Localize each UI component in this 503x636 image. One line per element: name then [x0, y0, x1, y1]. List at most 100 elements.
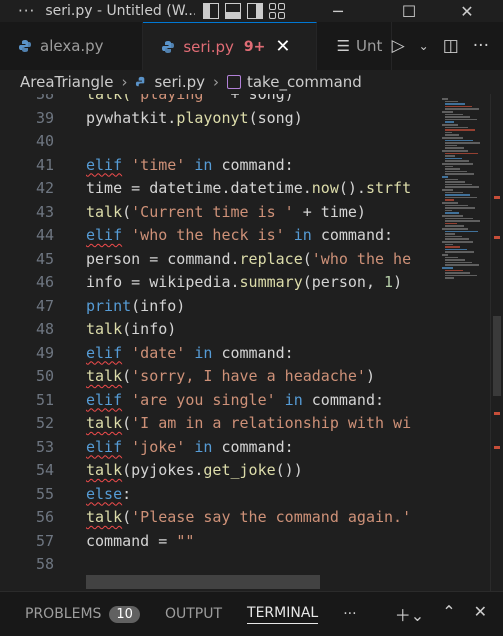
- scrollbar-thumb[interactable]: [493, 316, 501, 396]
- minimap-line: [445, 238, 469, 240]
- minimap-line: [445, 121, 454, 123]
- line-number: 49: [35, 343, 54, 362]
- split-editor-icon[interactable]: ◫: [443, 36, 459, 56]
- code-line[interactable]: 40: [0, 132, 436, 156]
- minimap-line: [445, 160, 469, 162]
- minimap[interactable]: [436, 94, 490, 591]
- minimap-line: [445, 157, 462, 160]
- error-marker: [494, 446, 500, 449]
- minimap-line: [445, 194, 470, 196]
- vertical-scrollbar[interactable]: [490, 94, 503, 591]
- run-icon[interactable]: ▷: [392, 36, 405, 56]
- minimap-line: [445, 222, 457, 225]
- customize-layout-icon[interactable]: [269, 3, 286, 19]
- code-token: 'sorry, I have a headache': [131, 367, 366, 385]
- code-token: get_joke: [203, 461, 276, 479]
- code-token: 'are you single': [131, 390, 276, 409]
- code-line[interactable]: 45 person = command.replace('who the he: [0, 250, 436, 274]
- minimap-line: [442, 254, 448, 256]
- horizontal-scrollbar[interactable]: [86, 575, 320, 589]
- close-tab-icon[interactable]: ✕: [275, 36, 290, 57]
- code-line[interactable]: 43 talk('Current time is ' + time): [0, 203, 436, 227]
- minimap-line: [445, 105, 472, 108]
- code-token: command =: [86, 531, 177, 550]
- code-text: talk('playing ' + song): [86, 94, 294, 103]
- minimap-line: [445, 168, 460, 170]
- code-line[interactable]: 41 elif 'time' in command:: [0, 156, 436, 180]
- code-token: ): [365, 367, 375, 385]
- minimap-line: [445, 139, 473, 142]
- chevron-right-icon: ›: [121, 73, 128, 91]
- code-token: elif: [86, 226, 123, 244]
- code-editor[interactable]: 38 talk('playing ' + song) 39 pywhatkit.pla…: [0, 94, 436, 591]
- code-line[interactable]: 55 else:: [0, 485, 436, 509]
- code-token: (: [122, 367, 132, 385]
- code-line[interactable]: 42 time = datetime.datetime.now().strft: [0, 179, 436, 203]
- code-line[interactable]: 53 elif 'joke' in command:: [0, 438, 436, 462]
- code-line[interactable]: 51 elif 'are you single' in command:: [0, 391, 436, 415]
- tab-untitled[interactable]: ☰ Unt: [316, 22, 392, 70]
- code-line[interactable]: 49 elif 'date' in command:: [0, 344, 436, 368]
- tab-alexa-py[interactable]: alexa.py: [0, 22, 144, 70]
- tab-label: alexa.py: [40, 37, 104, 55]
- code-token: in: [284, 226, 321, 244]
- minimap-line: [445, 251, 474, 253]
- maximize-button[interactable]: ☐: [386, 0, 432, 22]
- breadcrumb-file[interactable]: seri.py: [154, 73, 205, 91]
- tab-output[interactable]: OUTPUT: [165, 606, 222, 622]
- line-number: 51: [35, 390, 54, 409]
- tab-problems[interactable]: PROBLEMS 10: [25, 605, 140, 623]
- code-line[interactable]: 50 talk('sorry, I have a headache'): [0, 367, 436, 391]
- tab-seri-py[interactable]: seri.py 9+ ✕: [143, 22, 317, 70]
- code-line[interactable]: 48 talk(info): [0, 320, 436, 344]
- panel-tabs: PROBLEMS 10 OUTPUT TERMINAL ··· ＋⌄ ⌃ ✕: [0, 591, 503, 636]
- code-token: elif: [86, 437, 123, 456]
- minimap-line: [442, 202, 458, 204]
- window-title: seri.py - Untitled (W...: [45, 3, 196, 19]
- tab-terminal[interactable]: TERMINAL: [247, 605, 319, 624]
- code-line[interactable]: 46 info = wikipedia.summary(person, 1): [0, 273, 436, 297]
- code-text: elif 'joke' in command:: [86, 438, 294, 456]
- problems-label: PROBLEMS: [25, 606, 102, 622]
- code-token: in: [275, 390, 312, 409]
- code-line[interactable]: 39 pywhatkit.playonyt(song): [0, 109, 436, 133]
- minimap-line: [445, 212, 459, 214]
- code-line[interactable]: 54 talk(pyjokes.get_joke()): [0, 461, 436, 485]
- new-terminal-icon[interactable]: ＋⌄: [395, 602, 424, 626]
- breadcrumb-folder[interactable]: AreaTriangle: [20, 73, 113, 91]
- more-actions-icon[interactable]: ···: [473, 36, 489, 56]
- code-token: strft: [365, 179, 412, 197]
- line-number: 57: [35, 531, 54, 550]
- toggle-secondary-sidebar-icon[interactable]: [247, 3, 264, 19]
- close-window-button[interactable]: ✕: [444, 0, 490, 22]
- code-line[interactable]: 57 command = "": [0, 532, 436, 556]
- panel-more-icon[interactable]: ···: [343, 606, 356, 622]
- code-token: in: [185, 437, 222, 456]
- minimap-line: [445, 207, 475, 209]
- toggle-sidebar-icon[interactable]: [203, 3, 220, 19]
- code-line[interactable]: 56 talk('Please say the command again.': [0, 508, 436, 532]
- code-line[interactable]: 38 talk('playing ' + song): [0, 94, 436, 109]
- chevron-down-icon[interactable]: ⌄: [419, 39, 429, 53]
- line-number: 39: [35, 108, 54, 127]
- error-marker: [494, 236, 500, 239]
- code-token: (info): [131, 296, 186, 315]
- minimap-line: [445, 134, 459, 136]
- maximize-panel-icon[interactable]: ⌃: [442, 602, 455, 626]
- minimap-line: [445, 142, 480, 144]
- toggle-panel-icon[interactable]: [225, 3, 242, 19]
- minimize-button[interactable]: ─: [315, 0, 361, 22]
- code-token: (person,: [302, 273, 385, 291]
- minimap-line: [445, 131, 452, 134]
- code-line[interactable]: 47 print(info): [0, 297, 436, 321]
- menu-more-icon[interactable]: ···: [0, 2, 45, 20]
- minimap-line: [445, 103, 465, 105]
- close-panel-icon[interactable]: ✕: [474, 602, 487, 626]
- breadcrumb-symbol[interactable]: take_command: [247, 73, 362, 91]
- code-line[interactable]: 52 talk('I am in a relationship with wi: [0, 414, 436, 438]
- minimap-line: [445, 147, 464, 149]
- minimap-line: [445, 196, 477, 199]
- code-line[interactable]: 44 elif 'who the heck is' in command:: [0, 226, 436, 250]
- code-token: ): [393, 273, 403, 291]
